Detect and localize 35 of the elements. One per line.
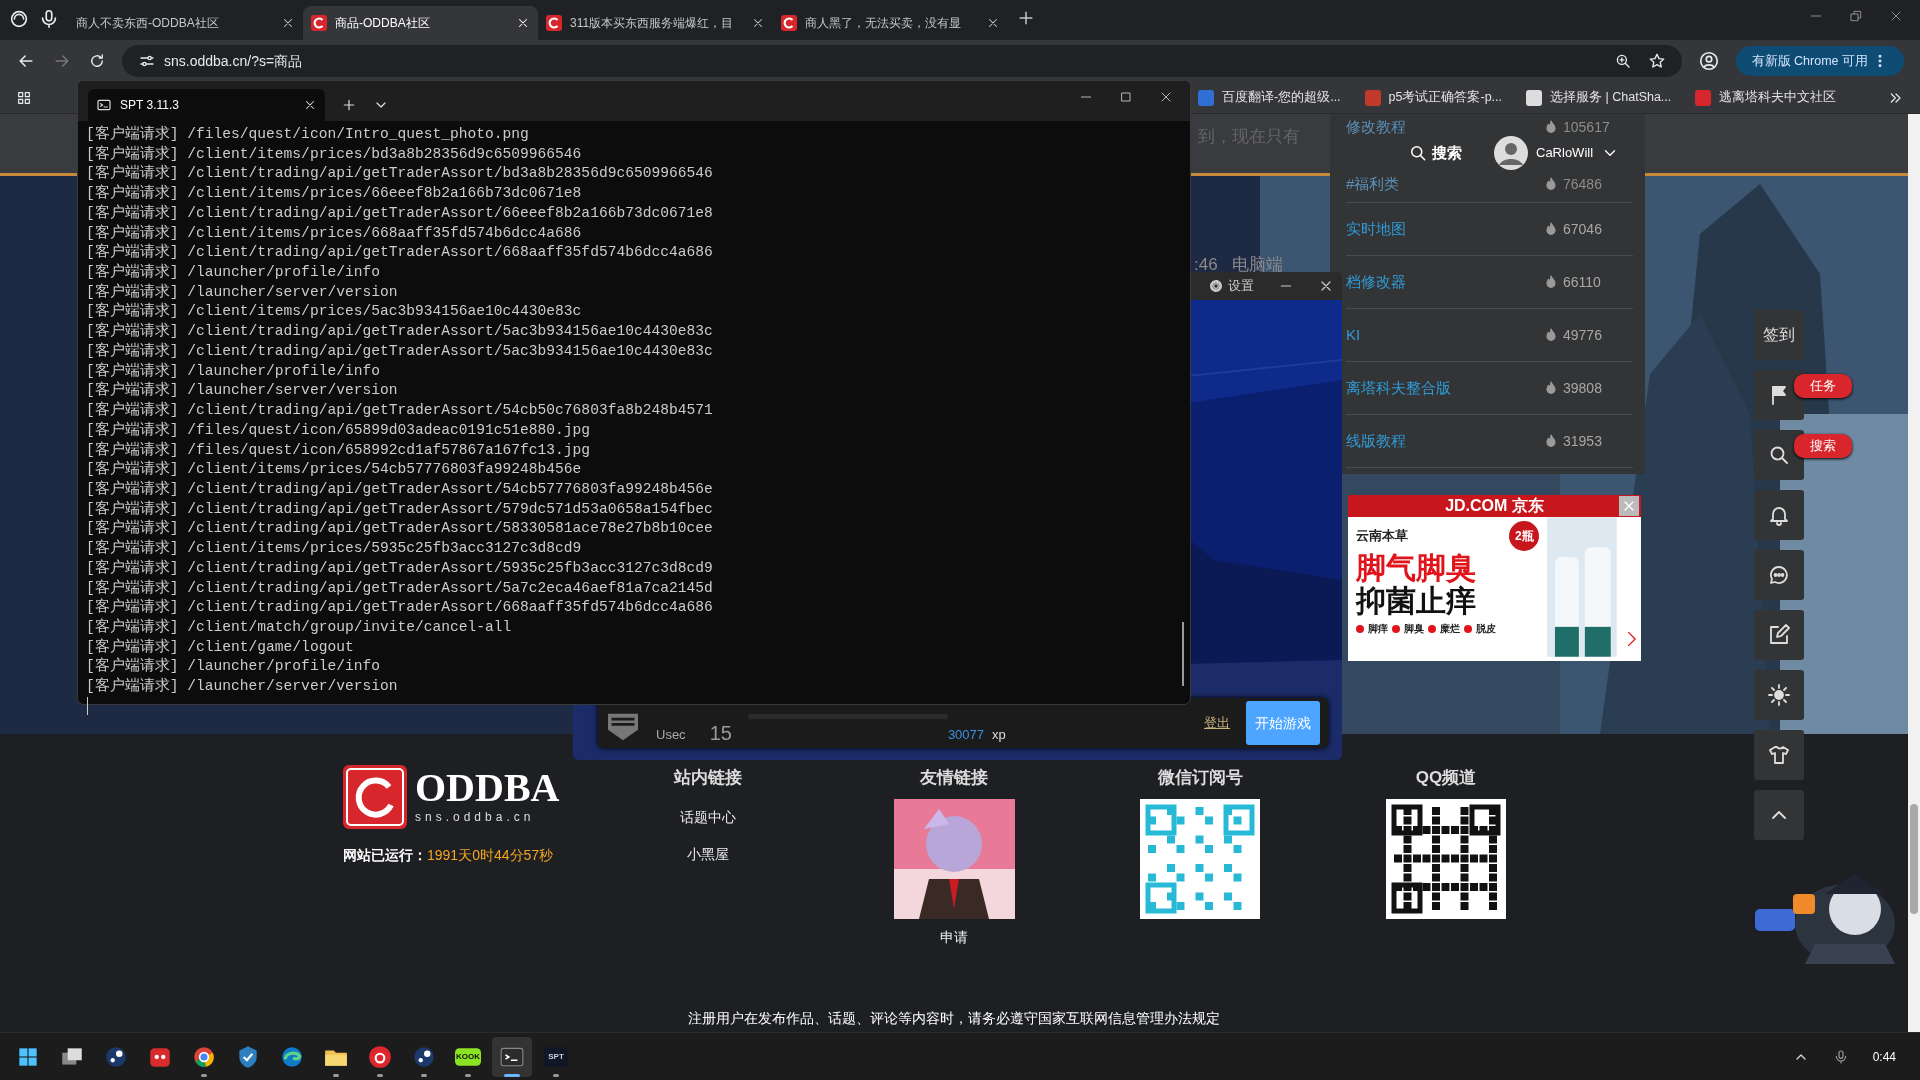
- close-icon[interactable]: [303, 98, 317, 112]
- close-icon[interactable]: [516, 16, 530, 30]
- bookmark-star-icon[interactable]: [1647, 52, 1666, 70]
- taskbar-app[interactable]: SPT: [536, 1036, 576, 1077]
- browser-tab[interactable]: 商人黑了，无法买卖，没有显: [773, 6, 1008, 40]
- netease-app-icon: [367, 1043, 393, 1070]
- taskbar-app[interactable]: KOOK: [448, 1036, 488, 1077]
- bookmark-icon: [1198, 89, 1214, 106]
- update-button[interactable]: 有新版 Chrome 可用: [1735, 46, 1904, 76]
- reload-icon[interactable]: [88, 52, 106, 70]
- bookmark-link[interactable]: p5考试正确答案-p...: [1364, 88, 1503, 107]
- close-icon[interactable]: [986, 16, 1000, 30]
- profile-icon[interactable]: [1697, 50, 1720, 72]
- close-icon[interactable]: [281, 16, 295, 30]
- bookmark-link[interactable]: 百度翻译-您的超级...: [1198, 88, 1341, 107]
- restore-icon[interactable]: [1848, 8, 1864, 24]
- extensions-icon[interactable]: [8, 8, 30, 30]
- new-tab-icon[interactable]: [341, 97, 357, 113]
- bookmark-link[interactable]: 选择服务 | ChatSha...: [1526, 88, 1672, 107]
- close-icon[interactable]: [751, 16, 765, 30]
- address-bar[interactable]: sns.oddba.cn/?s=商品: [122, 45, 1682, 77]
- bookmark-icon: [1526, 89, 1543, 106]
- bookmark-icon: [1364, 89, 1381, 106]
- bookmark-icon: [1695, 89, 1712, 106]
- browser-tab[interactable]: 商人不卖东西-ODDBA社区: [68, 6, 303, 40]
- browser-tab[interactable]: 311版本买东西服务端爆红，目: [538, 6, 773, 40]
- terminal-icon: [96, 97, 112, 113]
- apps-icon[interactable]: [16, 89, 32, 106]
- browser-tab[interactable]: 商品-ODDBA社区: [303, 6, 538, 40]
- terminal-tab[interactable]: SPT 3.11.3: [88, 89, 325, 121]
- taskbar-app[interactable]: [492, 1036, 532, 1077]
- bookmark-link[interactable]: 逃离塔科夫中文社区: [1695, 88, 1837, 107]
- maximize-icon[interactable]: [1118, 89, 1134, 105]
- clock-time[interactable]: 0:44: [1872, 1047, 1896, 1066]
- scrollbar-thumb[interactable]: [1910, 804, 1918, 914]
